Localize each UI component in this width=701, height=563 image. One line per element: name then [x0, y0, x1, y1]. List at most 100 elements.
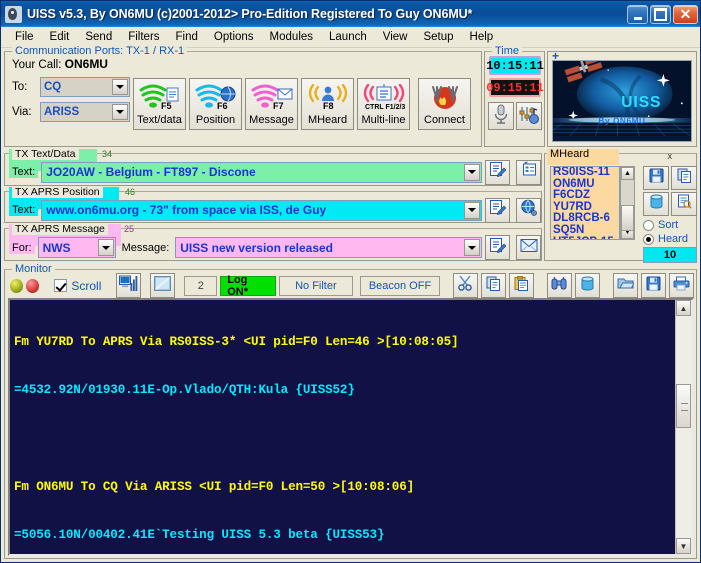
tx-aprs-message-input[interactable]: UISS new version released	[175, 237, 482, 259]
your-call-row: Your Call: ON6MU	[12, 57, 108, 71]
menu-edit[interactable]: Edit	[42, 29, 78, 45]
chevron-down-icon[interactable]	[464, 163, 480, 181]
list-item[interactable]: SQ5N	[553, 224, 619, 237]
tx-textdata-edit-button[interactable]	[485, 159, 510, 185]
tx-aprs-position-edit-button[interactable]	[485, 197, 510, 223]
chevron-down-icon[interactable]	[464, 201, 480, 219]
log-line: =5056.10N/00402.41E`Testing UISS 5.3 bet…	[14, 528, 385, 543]
top-row: Communication Ports: TX-1 / RX-1 Your Ca…	[4, 45, 697, 147]
svg-text:F5: F5	[161, 101, 172, 110]
mheard-list[interactable]: RS0ISS-11 ON6MU F6CDZ YU7RD DL8RCB-6 SQ5…	[550, 166, 620, 240]
tx-textdata-beacon-button[interactable]	[516, 159, 541, 185]
radio-heard[interactable]: Heard	[643, 232, 688, 246]
monitor-copy-button[interactable]	[480, 273, 506, 298]
monitor-find-button[interactable]	[546, 273, 572, 298]
connect-button[interactable]: Connect	[418, 78, 471, 130]
to-combobox[interactable]: CQ	[40, 77, 130, 97]
chevron-down-icon[interactable]	[97, 239, 114, 257]
monitor-beacon-toggle[interactable]: Beacon OFF	[360, 275, 440, 296]
monitor-save-button[interactable]	[640, 273, 666, 298]
via-value: ARISS	[44, 106, 80, 118]
mheard-panel: MHeard x RS0ISS-11 ON6MU F6CDZ YU7RD DL8…	[544, 148, 697, 263]
menu-options[interactable]: Options	[206, 29, 262, 45]
tx-aprs-message-for-combobox[interactable]: NWS	[37, 237, 116, 259]
tx-textdata-value: JO20AW - Belgium - FT897 - Discone	[46, 165, 256, 180]
mheard-buttons	[643, 166, 697, 216]
scroll-up-icon[interactable]: ▲	[621, 167, 634, 180]
edit-document-icon	[489, 237, 507, 259]
monitor-print-button[interactable]	[668, 273, 694, 298]
copy-icon	[486, 276, 501, 296]
menu-setup[interactable]: Setup	[415, 29, 461, 45]
monitor-text-area[interactable]: Fm YU7RD To APRS Via RS0ISS-3* <UI pid=F…	[8, 298, 694, 556]
save-disk-icon	[649, 168, 664, 188]
sound-mixer-button[interactable]	[516, 102, 542, 130]
chevron-down-icon[interactable]	[112, 79, 128, 95]
tx-aprs-message-edit-button[interactable]	[485, 235, 510, 261]
radio-sort[interactable]: Sort	[643, 218, 688, 232]
mheard-scrollbar[interactable]: ▲ ▼	[620, 166, 635, 240]
tx-aprs-position-input[interactable]: www.on6mu.org - 73" from space via ISS, …	[41, 199, 482, 221]
menu-view[interactable]: View	[375, 29, 416, 45]
menu-modules[interactable]: Modules	[262, 29, 321, 45]
textdata-button[interactable]: F5 Text/data	[133, 78, 186, 130]
close-button[interactable]: ✕	[673, 4, 698, 24]
scroll-up-icon[interactable]: ▲	[676, 300, 691, 316]
monitor-scrollbar[interactable]: ▲ ▼	[675, 300, 692, 554]
client-area: Communication Ports: TX-1 / RX-1 Your Ca…	[1, 45, 700, 562]
tx-aprs-position-globe-button[interactable]	[516, 197, 541, 223]
via-combobox[interactable]: ARISS	[40, 102, 130, 122]
tx-aprs-message-send-button[interactable]	[516, 235, 541, 261]
mheard-copy-button[interactable]	[671, 166, 697, 190]
mheard-save-button[interactable]	[643, 166, 669, 190]
chevron-down-icon[interactable]	[464, 239, 480, 257]
tx-textdata-panel: TX Text/Data 34 Text: JO20AW - Belgium -…	[4, 148, 542, 186]
local-time-display: 09:15:11	[486, 78, 544, 97]
tx-aprs-position-panel: TX APRS Position 46 Text: www.on6mu.org …	[4, 185, 542, 224]
textdata-button-label: Text/data	[137, 114, 182, 127]
list-item[interactable]: RS0ISS-11	[553, 167, 619, 179]
multiline-button[interactable]: CTRL F1/2/3 Multi-line	[357, 78, 410, 130]
menu-filters[interactable]: Filters	[120, 29, 167, 45]
copy-icon	[677, 168, 692, 188]
chevron-down-icon[interactable]	[112, 104, 128, 120]
maximize-button[interactable]	[650, 4, 671, 24]
menu-help[interactable]: Help	[462, 29, 502, 45]
monitor-open-button[interactable]	[612, 273, 638, 298]
menu-find[interactable]: Find	[168, 29, 206, 45]
app-icon	[5, 5, 22, 23]
checkbox-icon[interactable]	[54, 279, 68, 292]
time-panel: Time 10:15:11 09:15:11	[484, 45, 545, 147]
monitor-cut-button[interactable]	[452, 273, 478, 298]
position-button[interactable]: F6 Position	[189, 78, 242, 130]
tx-textdata-input[interactable]: JO20AW - Belgium - FT897 - Discone	[41, 161, 482, 183]
mheard-button[interactable]: F8 MHeard	[301, 78, 354, 130]
scrollbar-thumb[interactable]	[621, 205, 634, 231]
mheard-database-button[interactable]	[643, 192, 669, 216]
scrollbar-thumb[interactable]	[676, 384, 691, 428]
menu-launch[interactable]: Launch	[321, 29, 375, 45]
microphone-button[interactable]	[488, 102, 514, 130]
mheard-close-icon[interactable]: x	[668, 151, 673, 161]
monitor-paste-button[interactable]	[508, 273, 534, 298]
menu-file[interactable]: File	[7, 29, 42, 45]
comm-ports-caption: Communication Ports: TX-1 / RX-1	[12, 45, 188, 57]
message-button[interactable]: F7 Message	[245, 78, 298, 130]
monitor-log-toggle[interactable]: Log ON*	[220, 274, 276, 298]
menu-send[interactable]: Send	[77, 29, 120, 45]
monitor-filter-toggle[interactable]: No Filter	[278, 275, 354, 296]
monitor-window-button[interactable]	[150, 273, 176, 298]
open-folder-icon	[617, 276, 635, 295]
monitor-screen-button[interactable]	[116, 273, 142, 298]
list-item[interactable]: UT5JCP-15	[553, 236, 619, 239]
tx-and-mheard-row: TX Text/Data 34 Text: JO20AW - Belgium -…	[4, 148, 697, 263]
tx-aprs-position-value: www.on6mu.org - 73" from space via ISS, …	[46, 203, 327, 217]
uiss-logo-image[interactable]: UISS By ON6MU	[552, 60, 692, 142]
minimize-button[interactable]	[627, 4, 648, 24]
scroll-down-icon[interactable]: ▼	[676, 538, 691, 554]
monitor-log-lines: Fm YU7RD To APRS Via RS0ISS-3* <UI pid=F…	[14, 302, 674, 554]
monitor-channel[interactable]: 2	[184, 275, 218, 296]
monitor-database-button[interactable]	[574, 273, 600, 298]
mheard-view-button[interactable]	[671, 192, 697, 216]
scroll-checkbox[interactable]: Scroll	[54, 279, 101, 293]
